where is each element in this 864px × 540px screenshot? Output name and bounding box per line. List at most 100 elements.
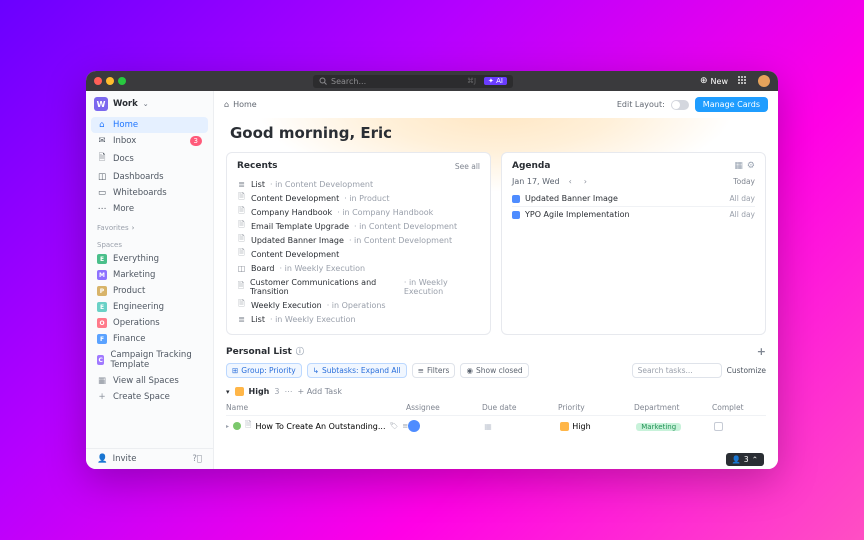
- greeting: Good morning, Eric: [226, 118, 766, 152]
- new-button[interactable]: ⊕New: [700, 76, 728, 86]
- agenda-next[interactable]: ›: [581, 177, 590, 186]
- group-chip[interactable]: ⊞Group: Priority: [226, 363, 302, 378]
- recents-item-title: Content Development: [251, 250, 339, 259]
- ai-chip[interactable]: ✦ AI: [484, 77, 507, 85]
- nav-whiteboards[interactable]: ▭Whiteboards: [91, 185, 208, 201]
- personal-list-card: Personal Listⓘ+ ⊞Group: Priority ↳Subtas…: [226, 345, 766, 436]
- recents-item[interactable]: 🗎Email Template Upgrade · in Content Dev…: [237, 219, 480, 233]
- task-search[interactable]: Search tasks...: [632, 363, 722, 378]
- create-space-label: Create Space: [113, 392, 170, 402]
- recents-item-title: List: [251, 315, 265, 324]
- more-icon: ⋯: [97, 204, 107, 214]
- doc-icon: 🗎: [237, 250, 246, 259]
- agenda-item-when: All day: [730, 194, 755, 203]
- group-more-icon[interactable]: ⋯: [284, 387, 292, 396]
- recents-item[interactable]: 🗎Customer Communications and Transition …: [237, 275, 480, 298]
- apps-grid-icon[interactable]: [738, 76, 748, 86]
- favorites-header[interactable]: Favorites›: [86, 217, 213, 234]
- gear-icon[interactable]: ⚙: [747, 161, 755, 171]
- assignee-avatar[interactable]: [408, 420, 420, 432]
- minimize-window-button[interactable]: [106, 77, 114, 85]
- nav-inbox[interactable]: ✉Inbox3: [91, 133, 208, 149]
- edit-layout-toggle[interactable]: [671, 100, 689, 110]
- recents-item[interactable]: 🗎Content Development · in Product: [237, 191, 480, 205]
- task-priority: High: [572, 422, 590, 431]
- doc-icon: 🗎: [237, 282, 245, 291]
- add-task-button[interactable]: + Add Task: [297, 387, 342, 396]
- agenda-item[interactable]: YPO Agile ImplementationAll day: [512, 207, 755, 222]
- recents-item-title: List: [251, 180, 265, 189]
- tags-icon[interactable]: 🏷: [389, 422, 398, 430]
- space-item[interactable]: PProduct: [86, 283, 213, 299]
- doc-icon: 🗎: [237, 194, 246, 203]
- dept-tag[interactable]: Marketing: [636, 423, 681, 431]
- breadcrumb[interactable]: ⌂Home: [224, 100, 257, 109]
- space-item[interactable]: CCampaign Tracking Template: [86, 347, 213, 373]
- nav-dashboards[interactable]: ◫Dashboards: [91, 169, 208, 185]
- recents-item[interactable]: 🗎Weekly Execution · in Operations: [237, 298, 480, 312]
- info-icon[interactable]: ⓘ: [296, 346, 304, 357]
- nav-docs[interactable]: 🗎Docs: [91, 149, 208, 169]
- recents-item[interactable]: ◫Board · in Weekly Execution: [237, 261, 480, 275]
- create-space[interactable]: +Create Space: [86, 389, 213, 405]
- col-dept: Department: [634, 403, 712, 412]
- show-closed-chip[interactable]: ◉Show closed: [460, 363, 528, 378]
- space-icon: E: [97, 254, 107, 264]
- group-count: 3: [274, 387, 279, 396]
- close-window-button[interactable]: [94, 77, 102, 85]
- recents-item-context: · in Weekly Execution: [270, 315, 356, 324]
- recents-item[interactable]: ≣List · in Content Development: [237, 177, 480, 191]
- priority-group-high[interactable]: ▾ High 3 ⋯ + Add Task: [226, 383, 766, 400]
- nav-more-label: More: [113, 204, 134, 214]
- workspace-switcher[interactable]: W Work ⌄: [86, 91, 213, 117]
- space-icon: O: [97, 318, 107, 328]
- calendar-icon[interactable]: ▦: [484, 422, 492, 431]
- recents-title: Recents: [237, 161, 278, 171]
- global-search[interactable]: Search... ⌘J ✦ AI: [313, 75, 513, 88]
- agenda-item[interactable]: Updated Banner ImageAll day: [512, 191, 755, 207]
- space-item[interactable]: MMarketing: [86, 267, 213, 283]
- space-item[interactable]: OOperations: [86, 315, 213, 331]
- personal-list-add[interactable]: +: [757, 345, 766, 358]
- recents-item-title: Company Handbook: [251, 208, 332, 217]
- customize-link[interactable]: Customize: [727, 366, 766, 375]
- docs-icon: 🗎: [97, 152, 107, 166]
- task-row[interactable]: ▸ 🗎 How To Create An Outstanding... 🏷 ≡ …: [226, 416, 766, 436]
- space-item[interactable]: EEngineering: [86, 299, 213, 315]
- chevron-down-icon: ⌄: [143, 100, 149, 108]
- grid-icon: ▦: [97, 376, 107, 386]
- space-item[interactable]: EEverything: [86, 251, 213, 267]
- space-icon: E: [97, 302, 107, 312]
- board-icon: ◫: [237, 264, 246, 273]
- maximize-window-button[interactable]: [118, 77, 126, 85]
- spaces-header[interactable]: Spaces: [86, 234, 213, 251]
- help-icon[interactable]: ?⃝: [192, 454, 202, 464]
- nav-more[interactable]: ⋯ More: [91, 201, 208, 217]
- filters-chip[interactable]: ≡Filters: [412, 363, 456, 378]
- subtasks-chip[interactable]: ↳Subtasks: Expand All: [307, 363, 407, 378]
- recents-item[interactable]: 🗎Company Handbook · in Company Handbook: [237, 205, 480, 219]
- recents-item[interactable]: 🗎 Content Development: [237, 247, 480, 261]
- recents-see-all[interactable]: See all: [455, 162, 480, 171]
- invite-button[interactable]: 👤Invite: [97, 454, 136, 464]
- complete-checkbox[interactable]: [714, 422, 723, 431]
- col-priority: Priority: [558, 403, 634, 412]
- doc-icon: 🗎: [237, 222, 246, 231]
- space-item[interactable]: FFinance: [86, 331, 213, 347]
- recents-item-context: · in Product: [344, 194, 389, 203]
- recents-item-title: Email Template Upgrade: [251, 222, 349, 231]
- doc-icon: 🗎: [237, 301, 246, 310]
- user-avatar[interactable]: [758, 75, 770, 87]
- priority-flag-icon: [560, 422, 569, 431]
- calendar-icon[interactable]: ▦: [734, 161, 743, 171]
- nav-home[interactable]: ⌂Home: [91, 117, 208, 133]
- manage-cards-button[interactable]: Manage Cards: [695, 97, 768, 112]
- agenda-today[interactable]: Today: [733, 177, 755, 186]
- inbox-badge: 3: [190, 136, 202, 146]
- recents-item[interactable]: ≣List · in Weekly Execution: [237, 312, 480, 326]
- agenda-prev[interactable]: ‹: [566, 177, 575, 186]
- recents-item[interactable]: 🗎Updated Banner Image · in Content Devel…: [237, 233, 480, 247]
- floating-count-pill[interactable]: 👤3⌃: [726, 453, 764, 466]
- task-table-header: Name Assignee Due date Priority Departme…: [226, 400, 766, 416]
- view-all-spaces[interactable]: ▦View all Spaces: [86, 373, 213, 389]
